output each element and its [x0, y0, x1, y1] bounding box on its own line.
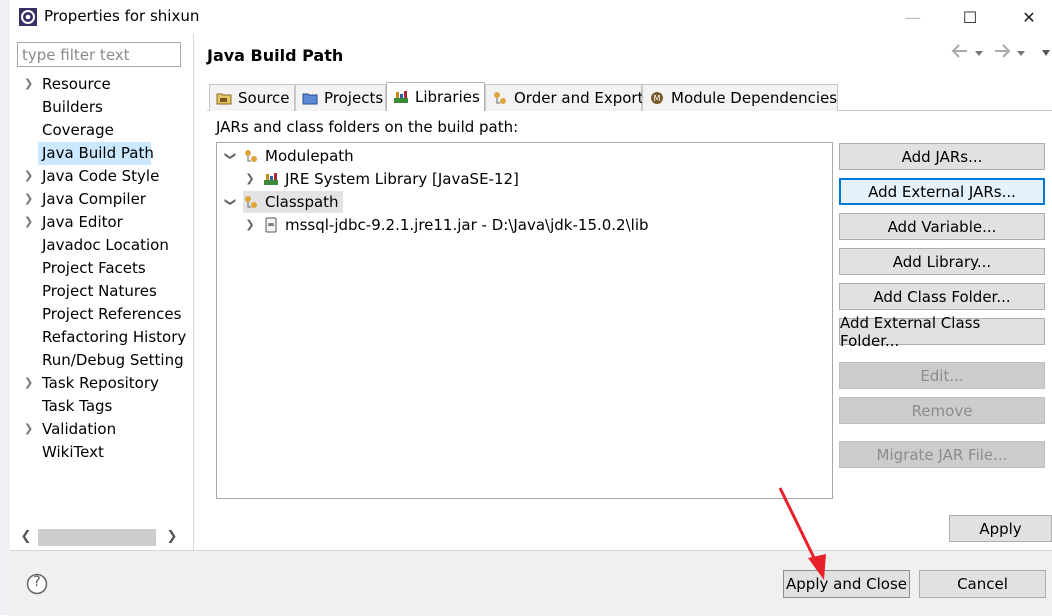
chevron-right-icon[interactable]: ❯ — [24, 418, 36, 440]
tree-row-modulepath[interactable]: ❯ Modulepath — [223, 145, 354, 167]
nav-item[interactable]: Validation — [42, 418, 116, 440]
chevron-right-icon[interactable]: ❯ — [24, 165, 36, 187]
eclipse-app-icon — [18, 7, 38, 27]
tab-label: Projects — [324, 89, 384, 107]
nav-item[interactable]: Javadoc Location — [42, 234, 169, 256]
forward-dropdown-icon[interactable] — [1016, 46, 1026, 62]
close-button[interactable]: ✕ — [1006, 0, 1052, 34]
tree-label: JRE System Library [JavaSE-12] — [285, 170, 519, 188]
add-external-jars-button[interactable]: Add External JARs... — [839, 178, 1045, 205]
classpath-icon — [243, 194, 259, 210]
nav-item[interactable]: Task Repository — [42, 372, 159, 394]
libraries-icon — [393, 89, 409, 105]
nav-item[interactable]: Java Editor — [42, 211, 123, 233]
back-dropdown-icon[interactable] — [974, 46, 984, 62]
tab-label: Source — [238, 89, 290, 107]
tree-selection: Classpath — [243, 191, 343, 213]
tab-module-dependencies[interactable]: M Module Dependencies — [642, 84, 838, 111]
nav-item[interactable]: Java Compiler — [42, 188, 146, 210]
migrate-jar-button[interactable]: Migrate JAR File... — [839, 441, 1045, 468]
tab-label: Libraries — [415, 88, 480, 106]
help-glyph: ? — [33, 574, 41, 590]
module-dependencies-icon: M — [649, 90, 665, 106]
add-variable-button[interactable]: Add Variable... — [839, 213, 1045, 240]
chevron-right-icon[interactable]: ❯ — [243, 214, 257, 236]
tab-label: Order and Export — [514, 89, 644, 107]
scroll-left-icon[interactable]: ❮ — [18, 528, 34, 546]
tree-label: Modulepath — [265, 147, 354, 165]
chevron-right-icon[interactable]: ❯ — [24, 188, 36, 210]
view-menu-icon[interactable] — [1040, 34, 1052, 76]
edit-button[interactable]: Edit... — [839, 362, 1045, 389]
nav-item[interactable]: Java Build Path — [42, 142, 154, 164]
apply-button[interactable]: Apply — [949, 515, 1052, 542]
tab-order-and-export[interactable]: Order and Export — [485, 84, 644, 111]
add-external-class-folder-button[interactable]: Add External Class Folder... — [839, 314, 1045, 350]
nav-item[interactable]: Resource — [42, 73, 111, 95]
tree-label: mssql-jdbc-9.2.1.jre11.jar - D:\Java\jdk… — [285, 216, 649, 234]
add-class-folder-button[interactable]: Add Class Folder... — [839, 283, 1045, 310]
nav-item[interactable]: Java Code Style — [42, 165, 159, 187]
help-icon[interactable]: ? — [26, 573, 48, 595]
nav-item[interactable]: Builders — [42, 96, 103, 118]
nav-item[interactable]: Refactoring History — [42, 326, 186, 348]
chevron-down-icon[interactable]: ❯ — [219, 149, 241, 163]
build-path-tree[interactable]: ❯ Modulepath ❯ JRE System Library [JavaS… — [216, 142, 833, 499]
horizontal-scrollbar-thumb[interactable] — [38, 529, 156, 546]
filter-input[interactable] — [17, 42, 181, 67]
scroll-right-icon[interactable]: ❯ — [164, 528, 180, 546]
nav-item[interactable]: WikiText — [42, 441, 104, 463]
tree-row-jre-library[interactable]: ❯ JRE System Library [JavaSE-12] — [243, 168, 519, 190]
tree-label: Classpath — [265, 193, 339, 211]
maximize-button[interactable]: ☐ — [947, 0, 993, 34]
cancel-button[interactable]: Cancel — [919, 570, 1046, 598]
nav-item[interactable]: Coverage — [42, 119, 114, 141]
window-title: Properties for shixun — [44, 7, 200, 25]
nav-item[interactable]: Run/Debug Setting — [42, 349, 184, 371]
build-path-description: JARs and class folders on the build path… — [216, 118, 519, 136]
minimize-button[interactable]: — — [890, 0, 936, 34]
order-export-icon — [492, 90, 508, 106]
tab-projects[interactable]: Projects — [295, 84, 386, 111]
svg-text:010: 010 — [268, 223, 274, 227]
nav-item[interactable]: Project Natures — [42, 280, 157, 302]
page-title: Java Build Path — [207, 46, 344, 65]
forward-arrow-icon[interactable] — [993, 43, 1011, 63]
projects-icon — [302, 90, 318, 106]
source-folder-icon — [216, 90, 232, 106]
nav-item[interactable]: Project References — [42, 303, 181, 325]
modulepath-icon — [243, 148, 259, 164]
add-jars-button[interactable]: Add JARs... — [839, 143, 1045, 170]
tree-row-mssql-jar[interactable]: ❯ 010 mssql-jdbc-9.2.1.jre11.jar - D:\Ja… — [243, 214, 649, 236]
jar-icon: 010 — [263, 217, 279, 233]
chevron-down-icon[interactable]: ❯ — [219, 195, 241, 209]
nav-item[interactable]: Task Tags — [42, 395, 112, 417]
svg-text:M: M — [654, 94, 661, 103]
nav-item[interactable]: Project Facets — [42, 257, 146, 279]
tab-libraries[interactable]: Libraries — [386, 82, 485, 111]
window-left-edge — [0, 0, 10, 615]
remove-button[interactable]: Remove — [839, 397, 1045, 424]
annotation-arrow — [778, 487, 826, 580]
add-library-button[interactable]: Add Library... — [839, 248, 1045, 275]
tree-row-classpath[interactable]: ❯ Classpath — [223, 191, 343, 213]
chevron-right-icon[interactable]: ❯ — [243, 168, 257, 190]
tab-source[interactable]: Source — [209, 84, 295, 111]
back-arrow-icon[interactable] — [951, 43, 969, 63]
chevron-right-icon[interactable]: ❯ — [24, 211, 36, 233]
tab-label: Module Dependencies — [671, 89, 838, 107]
chevron-right-icon[interactable]: ❯ — [24, 73, 36, 95]
chevron-right-icon[interactable]: ❯ — [24, 372, 36, 394]
library-icon — [263, 171, 279, 187]
